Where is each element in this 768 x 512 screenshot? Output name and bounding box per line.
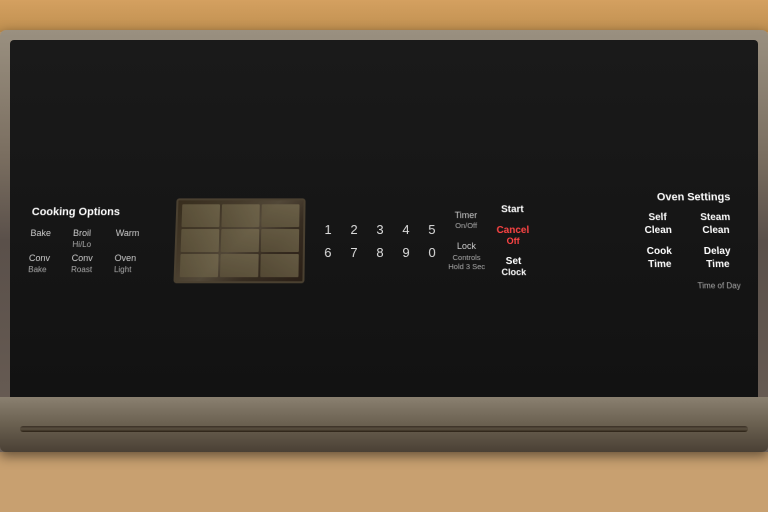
time-of-day-label: Time of Day bbox=[697, 282, 741, 291]
start-button[interactable]: Start bbox=[496, 205, 529, 216]
cooking-options-title: Cooking Options bbox=[31, 207, 151, 219]
display-cell bbox=[181, 230, 220, 253]
delay-time-button[interactable]: DelayTime bbox=[695, 245, 739, 271]
bake-button[interactable]: Bake bbox=[29, 228, 65, 250]
num-2-button[interactable]: 2 bbox=[346, 222, 362, 237]
cancel-button[interactable]: CancelOff bbox=[496, 226, 529, 247]
num-7-button[interactable]: 7 bbox=[346, 245, 362, 260]
display-cell bbox=[260, 254, 299, 277]
timer-lock-section: TimerOn/Off LockControlsHold 3 Sec bbox=[448, 210, 486, 273]
oven-light-button[interactable]: Oven Light bbox=[114, 253, 150, 275]
num-3-button[interactable]: 3 bbox=[372, 222, 388, 237]
display-cell bbox=[221, 230, 260, 253]
display-inner bbox=[176, 201, 304, 282]
display-cell bbox=[181, 205, 220, 228]
conv-bake-button[interactable]: Conv Bake bbox=[28, 253, 64, 275]
cooking-options-section: Cooking Options Bake Broil Hi/Lo Warm Co… bbox=[28, 207, 161, 276]
display-screen bbox=[173, 199, 305, 284]
settings-grid: SelfClean SteamClean CookTime DelayTime … bbox=[636, 212, 741, 291]
broil-button[interactable]: Broil Hi/Lo bbox=[72, 228, 108, 250]
display-cell bbox=[221, 205, 259, 228]
bottom-strip bbox=[0, 397, 768, 452]
num-4-button[interactable]: 4 bbox=[398, 222, 414, 237]
display-cell bbox=[180, 254, 219, 277]
num-8-button[interactable]: 8 bbox=[372, 245, 388, 260]
oven-settings-section: Oven Settings SelfClean SteamClean CookT… bbox=[543, 192, 741, 291]
numpad-row-1: 1 2 3 4 5 bbox=[320, 222, 440, 237]
display-cell bbox=[261, 230, 299, 253]
num-6-button[interactable]: 6 bbox=[320, 245, 336, 260]
panel-inner: Cooking Options Bake Broil Hi/Lo Warm Co… bbox=[18, 66, 749, 428]
set-clock-button[interactable]: SetClock bbox=[497, 257, 530, 278]
oven-frame: Cooking Options Bake Broil Hi/Lo Warm Co… bbox=[0, 30, 768, 452]
steam-clean-button[interactable]: SteamClean bbox=[694, 212, 738, 238]
options-grid: Bake Broil Hi/Lo Warm Conv Bake Conv Roa… bbox=[28, 228, 151, 275]
cook-time-button[interactable]: CookTime bbox=[638, 245, 682, 271]
oven-settings-title: Oven Settings bbox=[657, 192, 736, 204]
num-5-button[interactable]: 5 bbox=[424, 222, 440, 237]
display-cell bbox=[220, 254, 259, 277]
numpad-row-2: 6 7 8 9 0 bbox=[320, 245, 440, 260]
self-clean-button[interactable]: SelfClean bbox=[636, 212, 680, 238]
display-cell bbox=[261, 205, 299, 228]
start-cancel-section: Start CancelOff SetClock bbox=[496, 205, 530, 278]
conv-roast-button[interactable]: Conv Roast bbox=[71, 253, 107, 275]
control-panel: Cooking Options Bake Broil Hi/Lo Warm Co… bbox=[10, 40, 758, 442]
wood-top bbox=[0, 0, 768, 32]
numpad-section: 1 2 3 4 5 6 7 8 9 0 bbox=[320, 222, 440, 260]
lock-controls-button[interactable]: LockControlsHold 3 Sec bbox=[448, 241, 485, 272]
timer-button[interactable]: TimerOn/Off bbox=[448, 210, 485, 231]
num-0-button[interactable]: 0 bbox=[424, 245, 440, 260]
bottom-bar bbox=[20, 426, 748, 432]
warm-button[interactable]: Warm bbox=[115, 228, 151, 250]
num-1-button[interactable]: 1 bbox=[320, 222, 336, 237]
num-9-button[interactable]: 9 bbox=[398, 245, 414, 260]
